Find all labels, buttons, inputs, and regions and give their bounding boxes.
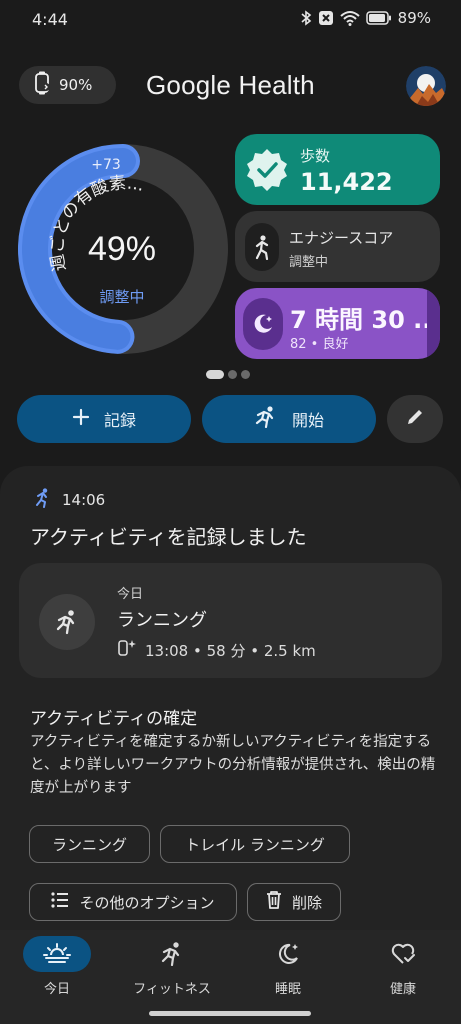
home-indicator[interactable] <box>149 1011 311 1016</box>
runner-small-icon <box>34 488 52 512</box>
chip-trail-running[interactable]: トレイル ランニング <box>160 825 350 863</box>
steps-label: 歩数 <box>300 147 331 165</box>
heart-check-icon <box>369 936 437 972</box>
steps-badge-icon <box>244 147 290 193</box>
ring-status: 調整中 <box>99 288 144 306</box>
pager-dot[interactable] <box>241 370 250 379</box>
activity-meta: 13:08 • 58 分 • 2.5 km <box>145 641 316 660</box>
watch-icon <box>33 71 51 99</box>
pager-dot-active[interactable] <box>206 370 224 379</box>
list-icon <box>51 892 69 912</box>
plus-icon <box>72 408 90 430</box>
activity-run-icon <box>39 594 95 650</box>
more-options-label: その他のオプション <box>79 893 215 912</box>
delete-chip[interactable]: 削除 <box>247 883 341 921</box>
battery-percent: 89% <box>397 9 431 27</box>
sleep-moon-icon <box>254 936 322 972</box>
nav-health[interactable]: 健康 <box>353 936 453 997</box>
activity-heading: アクティビティを記録しました <box>30 525 307 549</box>
status-icons: 89% <box>300 9 431 27</box>
weekly-cardio-ring[interactable]: 週ごとの有酸素... +73 49% 調整中 <box>18 142 228 356</box>
ring-delta: +73 <box>91 157 121 173</box>
energy-icon <box>245 223 279 271</box>
confirm-title: アクティビティの確定 <box>30 709 198 729</box>
ring-percent: 49% <box>88 230 156 268</box>
nav-fitness[interactable]: フィットネス <box>122 936 222 997</box>
start-button[interactable]: 開始 <box>202 395 376 443</box>
avatar[interactable] <box>406 66 446 106</box>
record-button[interactable]: 記録 <box>17 395 191 443</box>
energy-label: エナジースコア <box>289 229 394 247</box>
chip-running-label: ランニング <box>51 835 127 854</box>
running-icon <box>254 406 278 432</box>
delete-label: 削除 <box>291 893 322 912</box>
energy-status: 調整中 <box>289 255 329 270</box>
pencil-icon <box>405 407 425 431</box>
activity-time-row: 14:06 <box>34 488 105 512</box>
sleep-card[interactable]: 7 時間 30 ... 82 • 良好 <box>235 288 440 359</box>
nav-fitness-label: フィットネス <box>133 982 211 997</box>
activity-time: 14:06 <box>62 491 106 509</box>
sleep-detail: 82 • 良好 <box>290 337 349 352</box>
nav-today[interactable]: 今日 <box>7 936 107 997</box>
steps-value: 11,422 <box>300 168 393 196</box>
chip-running[interactable]: ランニング <box>29 825 150 863</box>
nav-sleep[interactable]: 睡眠 <box>238 936 338 997</box>
confirm-description: アクティビティを確定するか新しいアクティビティを指定すると、より詳しいワークアウ… <box>30 734 436 796</box>
watch-sparkle-icon <box>117 638 139 662</box>
record-button-label: 記録 <box>103 411 136 430</box>
activity-meta-row: 13:08 • 58 分 • 2.5 km <box>117 638 316 662</box>
watch-battery-pill[interactable]: 90% <box>19 66 116 104</box>
pager-dots[interactable] <box>206 370 250 379</box>
sunrise-icon <box>23 936 91 972</box>
fitness-icon <box>138 936 206 972</box>
pager-dot[interactable] <box>228 370 237 379</box>
activity-day: 今日 <box>117 587 144 602</box>
sleep-card-edge <box>427 288 440 359</box>
more-options-chip[interactable]: その他のオプション <box>29 883 237 921</box>
bluetooth-icon <box>300 10 312 26</box>
app-title: Google Health <box>146 70 315 100</box>
edit-button[interactable] <box>387 395 443 443</box>
sleep-value: 7 時間 30 ... <box>290 306 440 334</box>
steps-card[interactable]: 歩数 11,422 <box>235 134 440 205</box>
trash-icon <box>266 891 282 913</box>
nav-sleep-label: 睡眠 <box>274 982 301 997</box>
chip-trail-label: トレイル ランニング <box>185 835 325 854</box>
no-sim-icon <box>318 10 334 26</box>
energy-score-card[interactable]: エナジースコア 調整中 <box>235 211 440 282</box>
battery-icon <box>365 11 392 25</box>
moon-icon <box>243 298 283 350</box>
nav-health-label: 健康 <box>389 982 416 997</box>
activity-name: ランニング <box>117 610 207 631</box>
wifi-icon <box>339 10 360 26</box>
start-button-label: 開始 <box>291 411 324 430</box>
watch-battery-value: 90% <box>59 76 93 94</box>
status-time: 4:44 <box>32 10 68 29</box>
nav-today-label: 今日 <box>43 982 70 997</box>
